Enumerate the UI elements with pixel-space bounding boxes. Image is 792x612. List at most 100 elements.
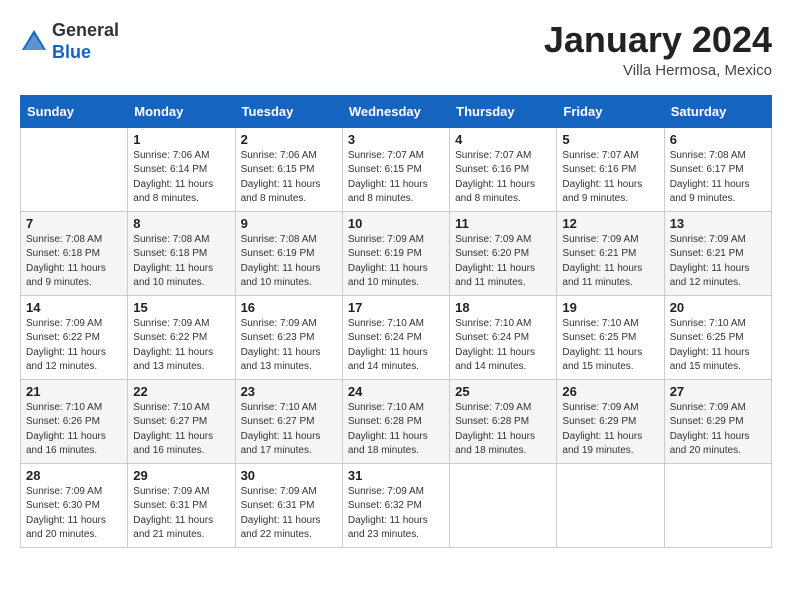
day-number: 3 — [348, 132, 444, 147]
day-number: 24 — [348, 384, 444, 399]
weekday-header-monday: Monday — [128, 95, 235, 127]
calendar-cell: 1 Sunrise: 7:06 AMSunset: 6:14 PMDaylight… — [128, 127, 235, 211]
day-detail: Sunrise: 7:10 AMSunset: 6:26 PMDaylight:… — [26, 401, 122, 459]
page-header: General Blue January 2024 Villa Hermosa,… — [20, 20, 772, 79]
calendar-subtitle: Villa Hermosa, Mexico — [544, 62, 772, 79]
day-number: 23 — [241, 384, 337, 399]
calendar-cell: 9 Sunrise: 7:08 AMSunset: 6:19 PMDaylight… — [235, 211, 342, 295]
week-row-3: 14 Sunrise: 7:09 AMSunset: 6:22 PMDayligh… — [21, 295, 772, 379]
weekday-header-row: SundayMondayTuesdayWednesdayThursdayFrid… — [21, 95, 772, 127]
logo-blue-text: Blue — [52, 42, 91, 62]
weekday-header-friday: Friday — [557, 95, 664, 127]
day-number: 22 — [133, 384, 229, 399]
calendar-cell: 10 Sunrise: 7:09 AMSunset: 6:19 PMDayligh… — [342, 211, 449, 295]
calendar-cell — [450, 463, 557, 547]
day-number: 7 — [26, 216, 122, 231]
day-detail: Sunrise: 7:09 AMSunset: 6:31 PMDaylight:… — [133, 485, 229, 543]
calendar-cell: 19 Sunrise: 7:10 AMSunset: 6:25 PMDayligh… — [557, 295, 664, 379]
calendar-cell — [21, 127, 128, 211]
weekday-header-saturday: Saturday — [664, 95, 771, 127]
calendar-cell — [557, 463, 664, 547]
calendar-table: SundayMondayTuesdayWednesdayThursdayFrid… — [20, 95, 772, 548]
day-number: 9 — [241, 216, 337, 231]
week-row-4: 21 Sunrise: 7:10 AMSunset: 6:26 PMDayligh… — [21, 379, 772, 463]
calendar-cell: 8 Sunrise: 7:08 AMSunset: 6:18 PMDaylight… — [128, 211, 235, 295]
title-block: January 2024 Villa Hermosa, Mexico — [544, 20, 772, 79]
day-number: 27 — [670, 384, 766, 399]
day-detail: Sunrise: 7:07 AMSunset: 6:16 PMDaylight:… — [562, 149, 658, 207]
day-detail: Sunrise: 7:09 AMSunset: 6:22 PMDaylight:… — [26, 317, 122, 375]
calendar-cell: 16Sunrise: 7:09 AMSunset: 6:23 PMDayligh… — [235, 295, 342, 379]
calendar-cell: 3 Sunrise: 7:07 AMSunset: 6:15 PMDaylight… — [342, 127, 449, 211]
day-detail: Sunrise: 7:09 AMSunset: 6:29 PMDaylight:… — [562, 401, 658, 459]
day-number: 18 — [455, 300, 551, 315]
calendar-cell: 22 Sunrise: 7:10 AMSunset: 6:27 PMDayligh… — [128, 379, 235, 463]
logo-icon — [20, 28, 48, 56]
day-number: 14 — [26, 300, 122, 315]
calendar-cell: 23 Sunrise: 7:10 AMSunset: 6:27 PMDayligh… — [235, 379, 342, 463]
week-row-5: 28 Sunrise: 7:09 AMSunset: 6:30 PMDayligh… — [21, 463, 772, 547]
day-detail: Sunrise: 7:10 AMSunset: 6:24 PMDaylight:… — [348, 317, 444, 375]
calendar-cell: 14 Sunrise: 7:09 AMSunset: 6:22 PMDayligh… — [21, 295, 128, 379]
calendar-cell: 11Sunrise: 7:09 AMSunset: 6:20 PMDayligh… — [450, 211, 557, 295]
weekday-header-tuesday: Tuesday — [235, 95, 342, 127]
day-detail: Sunrise: 7:10 AMSunset: 6:27 PMDaylight:… — [133, 401, 229, 459]
day-detail: Sunrise: 7:09 AMSunset: 6:32 PMDaylight:… — [348, 485, 444, 543]
day-detail: Sunrise: 7:08 AMSunset: 6:18 PMDaylight:… — [26, 233, 122, 291]
day-number: 12 — [562, 216, 658, 231]
calendar-cell: 24 Sunrise: 7:10 AMSunset: 6:28 PMDayligh… — [342, 379, 449, 463]
day-detail: Sunrise: 7:08 AMSunset: 6:19 PMDaylight:… — [241, 233, 337, 291]
day-detail: Sunrise: 7:09 AMSunset: 6:19 PMDaylight:… — [348, 233, 444, 291]
calendar-cell: 17 Sunrise: 7:10 AMSunset: 6:24 PMDayligh… — [342, 295, 449, 379]
logo-general-text: General — [52, 20, 119, 40]
calendar-cell: 7 Sunrise: 7:08 AMSunset: 6:18 PMDaylight… — [21, 211, 128, 295]
day-detail: Sunrise: 7:09 AMSunset: 6:21 PMDaylight:… — [670, 233, 766, 291]
day-detail: Sunrise: 7:06 AMSunset: 6:14 PMDaylight:… — [133, 149, 229, 207]
calendar-cell: 28 Sunrise: 7:09 AMSunset: 6:30 PMDayligh… — [21, 463, 128, 547]
day-number: 15 — [133, 300, 229, 315]
logo: General Blue — [20, 20, 119, 63]
weekday-header-sunday: Sunday — [21, 95, 128, 127]
calendar-title: January 2024 — [544, 20, 772, 60]
day-number: 13 — [670, 216, 766, 231]
day-detail: Sunrise: 7:08 AMSunset: 6:17 PMDaylight:… — [670, 149, 766, 207]
day-number: 21 — [26, 384, 122, 399]
day-number: 19 — [562, 300, 658, 315]
day-detail: Sunrise: 7:10 AMSunset: 6:28 PMDaylight:… — [348, 401, 444, 459]
calendar-cell: 29 Sunrise: 7:09 AMSunset: 6:31 PMDayligh… — [128, 463, 235, 547]
day-detail: Sunrise: 7:09 AMSunset: 6:21 PMDaylight:… — [562, 233, 658, 291]
day-detail: Sunrise: 7:10 AMSunset: 6:25 PMDaylight:… — [670, 317, 766, 375]
weekday-header-wednesday: Wednesday — [342, 95, 449, 127]
day-number: 25 — [455, 384, 551, 399]
calendar-cell — [664, 463, 771, 547]
day-number: 8 — [133, 216, 229, 231]
day-number: 6 — [670, 132, 766, 147]
day-number: 20 — [670, 300, 766, 315]
day-detail: Sunrise: 7:09 AMSunset: 6:22 PMDaylight:… — [133, 317, 229, 375]
day-detail: Sunrise: 7:06 AMSunset: 6:15 PMDaylight:… — [241, 149, 337, 207]
day-detail: Sunrise: 7:09 AMSunset: 6:23 PMDaylight:… — [241, 317, 337, 375]
day-number: 17 — [348, 300, 444, 315]
week-row-2: 7 Sunrise: 7:08 AMSunset: 6:18 PMDaylight… — [21, 211, 772, 295]
day-detail: Sunrise: 7:07 AMSunset: 6:15 PMDaylight:… — [348, 149, 444, 207]
calendar-cell: 12 Sunrise: 7:09 AMSunset: 6:21 PMDayligh… — [557, 211, 664, 295]
day-detail: Sunrise: 7:07 AMSunset: 6:16 PMDaylight:… — [455, 149, 551, 207]
calendar-cell: 20 Sunrise: 7:10 AMSunset: 6:25 PMDayligh… — [664, 295, 771, 379]
day-detail: Sunrise: 7:09 AMSunset: 6:28 PMDaylight:… — [455, 401, 551, 459]
day-number: 10 — [348, 216, 444, 231]
day-detail: Sunrise: 7:08 AMSunset: 6:18 PMDaylight:… — [133, 233, 229, 291]
calendar-cell: 5 Sunrise: 7:07 AMSunset: 6:16 PMDaylight… — [557, 127, 664, 211]
day-number: 28 — [26, 468, 122, 483]
calendar-cell: 13 Sunrise: 7:09 AMSunset: 6:21 PMDayligh… — [664, 211, 771, 295]
calendar-cell: 18Sunrise: 7:10 AMSunset: 6:24 PMDayligh… — [450, 295, 557, 379]
day-detail: Sunrise: 7:10 AMSunset: 6:25 PMDaylight:… — [562, 317, 658, 375]
day-number: 4 — [455, 132, 551, 147]
calendar-cell: 6 Sunrise: 7:08 AMSunset: 6:17 PMDaylight… — [664, 127, 771, 211]
calendar-cell: 4 Sunrise: 7:07 AMSunset: 6:16 PMDaylight… — [450, 127, 557, 211]
day-detail: Sunrise: 7:09 AMSunset: 6:20 PMDaylight:… — [455, 233, 551, 291]
day-number: 29 — [133, 468, 229, 483]
day-detail: Sunrise: 7:09 AMSunset: 6:30 PMDaylight:… — [26, 485, 122, 543]
day-number: 1 — [133, 132, 229, 147]
day-detail: Sunrise: 7:10 AMSunset: 6:27 PMDaylight:… — [241, 401, 337, 459]
day-number: 5 — [562, 132, 658, 147]
